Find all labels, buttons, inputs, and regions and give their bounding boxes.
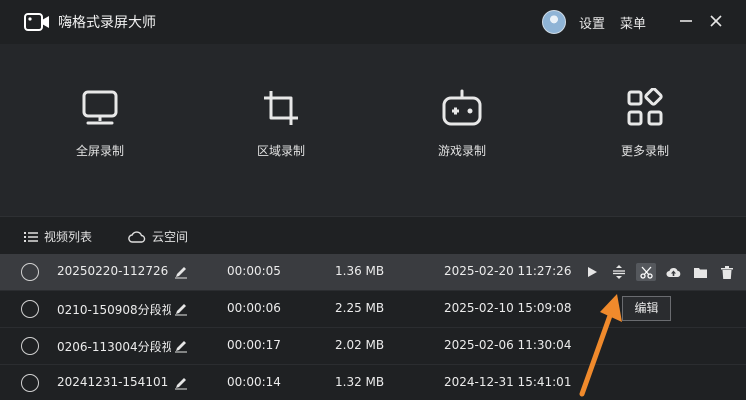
tab-video-list[interactable]: 视频列表 <box>24 228 92 245</box>
rename-pencil-icon[interactable] <box>174 302 188 316</box>
mode-game-record[interactable]: 游戏录制 <box>402 88 522 178</box>
video-name: 0206-113004分段视 <box>57 340 171 354</box>
video-duration: 00:00:17 <box>227 338 281 352</box>
video-date: 2025-02-20 11:27:26 <box>444 264 572 278</box>
cloud-icon <box>128 230 146 243</box>
video-name: 20241231-154101 <box>57 375 169 389</box>
list-icon <box>24 231 38 242</box>
row-select-radio[interactable] <box>21 374 39 392</box>
folder-icon[interactable] <box>690 263 710 281</box>
video-date: 2024-12-31 15:41:01 <box>444 375 572 389</box>
trash-icon[interactable] <box>717 263 737 281</box>
video-size: 2.02 MB <box>335 338 385 352</box>
grid-icon <box>627 88 663 126</box>
close-icon[interactable] <box>707 12 725 30</box>
video-row[interactable]: 0206-113004分段视 00:00:17 2.02 MB 2025-02-… <box>0 328 746 365</box>
minimize-icon[interactable] <box>677 12 695 30</box>
title-bar: 嗨格式录屏大师 设置 菜单 <box>0 0 746 44</box>
video-size: 1.32 MB <box>335 375 385 389</box>
row-select-radio[interactable] <box>21 263 39 281</box>
mode-label: 更多录制 <box>620 144 669 158</box>
settings-button[interactable]: 设置 <box>579 13 605 32</box>
gamepad-icon <box>442 89 482 126</box>
video-row[interactable]: 20250220-112726 00:00:05 1.36 MB 2025-02… <box>0 254 746 291</box>
mode-label: 游戏录制 <box>437 144 486 158</box>
mode-label: 区域录制 <box>256 144 305 158</box>
tab-bar: 视频列表 云空间 <box>0 216 746 254</box>
mode-fullscreen-record[interactable]: 全屏录制 <box>40 88 160 178</box>
video-size: 1.36 MB <box>335 264 385 278</box>
monitor-icon <box>82 90 118 125</box>
recording-modes-panel: 全屏录制 区域录制 游戏录制 更多录制 <box>0 44 746 216</box>
rename-pencil-icon[interactable] <box>174 376 188 390</box>
video-duration: 00:00:05 <box>227 264 281 278</box>
video-size: 2.25 MB <box>335 301 385 315</box>
cloud-upload-icon[interactable] <box>663 263 683 281</box>
app-title: 嗨格式录屏大师 <box>58 15 156 31</box>
rename-pencil-icon[interactable] <box>174 265 188 279</box>
row-select-radio[interactable] <box>21 337 39 355</box>
video-row[interactable]: 20241231-154101 00:00:14 1.32 MB 2024-12… <box>0 365 746 400</box>
tab-label: 视频列表 <box>44 230 93 244</box>
tab-cloud-space[interactable]: 云空间 <box>128 228 188 245</box>
mode-region-record[interactable]: 区域录制 <box>221 88 341 178</box>
video-date: 2025-02-06 11:30:04 <box>444 338 572 352</box>
video-date: 2025-02-10 15:09:08 <box>444 301 572 315</box>
user-avatar[interactable] <box>542 10 566 34</box>
mode-label: 全屏录制 <box>75 144 124 158</box>
edit-scissors-icon[interactable] <box>636 263 656 281</box>
crop-icon <box>264 91 298 125</box>
menu-button[interactable]: 菜单 <box>620 13 646 32</box>
play-icon[interactable] <box>582 263 602 281</box>
app-logo-icon <box>24 13 49 31</box>
video-name: 0210-150908分段视 <box>57 303 171 317</box>
video-duration: 00:00:06 <box>227 301 281 315</box>
rename-pencil-icon[interactable] <box>174 339 188 353</box>
row-select-radio[interactable] <box>21 300 39 318</box>
video-name: 20250220-112726 <box>57 264 169 278</box>
mode-more-record[interactable]: 更多录制 <box>585 88 705 178</box>
tab-label: 云空间 <box>152 230 189 244</box>
split-icon[interactable] <box>609 263 629 281</box>
annotation-arrow-icon <box>579 294 622 397</box>
video-duration: 00:00:14 <box>227 375 281 389</box>
